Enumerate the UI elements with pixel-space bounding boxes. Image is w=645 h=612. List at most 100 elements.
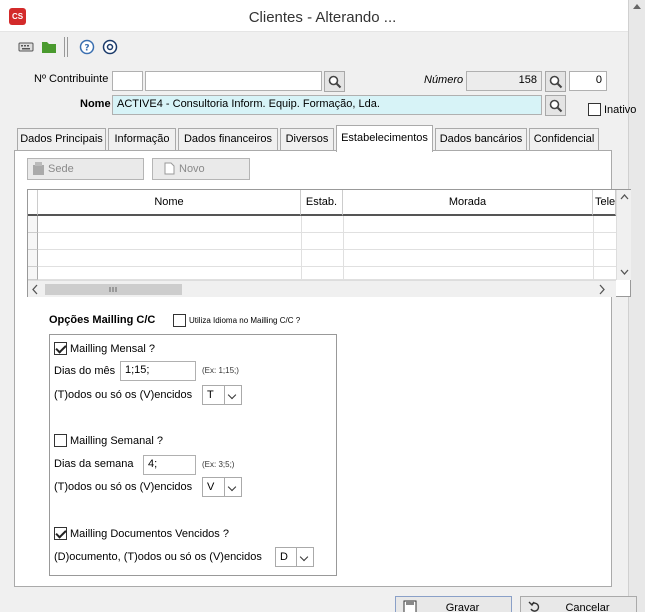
tab-bar: Dados Principais Informação Dados financ… — [14, 125, 612, 152]
table-row[interactable] — [28, 233, 616, 250]
row-selector[interactable] — [28, 267, 38, 280]
inativo-checkbox[interactable] — [588, 103, 601, 116]
grid-horizontal-scrollbar[interactable] — [28, 280, 616, 297]
semanal-todos-select[interactable]: V — [202, 477, 242, 497]
toolbar-divider — [67, 37, 68, 57]
nome-field[interactable]: ACTIVE4 - Consultoria Inform. Equip. For… — [112, 95, 542, 115]
window-title: Clientes - Alterando ... — [248, 9, 397, 26]
mensal-todos-value: T — [207, 389, 214, 401]
row-selector[interactable] — [28, 216, 38, 233]
grid-corner — [28, 190, 38, 216]
utiliza-idioma-label: Utiliza Idioma no Mailling C/C ? — [189, 316, 301, 325]
mailling-mensal-checkbox[interactable] — [54, 342, 67, 355]
chevron-down-icon[interactable] — [296, 548, 313, 566]
contribuinte-field-1[interactable] — [112, 71, 143, 91]
chevron-down-icon[interactable] — [224, 386, 241, 404]
title-bar: CS Clientes - Alterando ... — [0, 0, 645, 32]
grid-header-morada[interactable]: Morada — [343, 190, 593, 216]
magnifier-icon — [549, 75, 563, 89]
opcoes-mailling-label: Opções Mailling C/C — [49, 314, 156, 326]
folder-icon[interactable] — [40, 38, 58, 56]
grid-header-telefone[interactable]: Telefo — [593, 190, 616, 216]
dias-mes-label: Dias do mês — [54, 365, 116, 377]
dias-semana-example: (Ex: 3;5;) — [202, 460, 235, 469]
mailling-options-group: Mailling Mensal ? Dias do mês 1;15; (Ex:… — [49, 334, 337, 576]
window-scrollbar[interactable] — [628, 0, 645, 612]
inativo-label: Inativo — [604, 104, 637, 116]
mailling-semanal-checkbox[interactable] — [54, 434, 67, 447]
contribuinte-field-2[interactable] — [145, 71, 322, 91]
grid-col-line — [301, 216, 302, 280]
undo-icon — [528, 601, 540, 612]
toolbar: ? — [0, 33, 628, 61]
search-nome-button[interactable] — [545, 95, 566, 116]
magnifier-icon — [549, 99, 563, 113]
row-selector[interactable] — [28, 250, 38, 267]
chevron-up-icon[interactable] — [620, 194, 629, 200]
numero-field[interactable]: 158 — [466, 71, 542, 91]
grid-header-estab[interactable]: Estab. — [301, 190, 343, 216]
numero-sub-field[interactable]: 0 — [569, 71, 607, 91]
svg-text:?: ? — [84, 44, 89, 54]
search-numero-button[interactable] — [545, 71, 566, 92]
chevron-left-icon[interactable] — [32, 284, 38, 295]
semanal-todos-value: V — [207, 481, 215, 493]
grid-vertical-scrollbar[interactable] — [616, 190, 631, 280]
dias-mes-input[interactable]: 1;15; — [120, 361, 196, 381]
tab-confidencial[interactable]: Confidencial — [529, 128, 599, 151]
dias-semana-input[interactable]: 4; — [143, 455, 196, 475]
mailling-mensal-label: Mailling Mensal ? — [70, 343, 155, 355]
gravar-button[interactable]: Gravar — [395, 596, 512, 612]
info-globe-icon[interactable] — [101, 38, 119, 56]
gravar-label: Gravar — [445, 602, 480, 612]
save-disk-icon — [403, 600, 417, 612]
dias-semana-label: Dias da semana — [54, 458, 134, 470]
help-icon[interactable]: ? — [78, 38, 96, 56]
vencidos-todos-value: D — [280, 551, 288, 563]
dias-mes-example: (Ex: 1;15;) — [202, 366, 239, 375]
cancelar-label: Cancelar — [565, 602, 610, 612]
magnifier-icon — [328, 75, 342, 89]
numero-label: Número — [424, 74, 464, 86]
novo-button[interactable]: Novo — [152, 158, 250, 180]
mailling-semanal-label: Mailling Semanal ? — [70, 435, 163, 447]
grid-col-line — [343, 216, 344, 280]
table-row[interactable] — [28, 216, 616, 233]
grid-col-line — [593, 216, 594, 280]
tab-dados-bancarios[interactable]: Dados bancários — [435, 128, 527, 151]
cancelar-button[interactable]: Cancelar — [520, 596, 637, 612]
search-contribuinte-button[interactable] — [324, 71, 345, 92]
table-row[interactable] — [28, 267, 616, 280]
chevron-right-icon[interactable] — [599, 284, 605, 295]
semanal-todos-label: (T)odos ou só os (V)encidos — [54, 481, 193, 493]
tab-informacao[interactable]: Informação — [108, 128, 176, 151]
toolbar-divider — [64, 37, 65, 57]
clientes-window: CS Clientes - Alterando ... ? Nº Contrib… — [0, 0, 645, 612]
novo-button-label: Novo — [179, 163, 205, 175]
sede-button-label: Sede — [48, 163, 74, 175]
sede-button[interactable]: Sede — [27, 158, 144, 180]
tab-estabelecimentos[interactable]: Estabelecimentos — [336, 125, 433, 152]
tab-dados-financeiros[interactable]: Dados financeiros — [178, 128, 278, 151]
chevron-down-icon[interactable] — [224, 478, 241, 496]
mensal-todos-select[interactable]: T — [202, 385, 242, 405]
contribuinte-label: Nº Contribuinte — [34, 73, 109, 85]
new-document-icon — [164, 162, 175, 175]
vencidos-todos-label: (D)ocumento, (T)odos ou só os (V)encidos — [54, 551, 262, 563]
nome-label: Nome — [80, 98, 111, 110]
row-selector[interactable] — [28, 233, 38, 250]
keyboard-icon[interactable] — [17, 38, 35, 56]
table-row[interactable] — [28, 250, 616, 267]
estabelecimentos-grid[interactable]: Nome Estab. Morada Telefo — [27, 189, 631, 297]
tab-dados-principais[interactable]: Dados Principais — [17, 128, 106, 151]
vencidos-todos-select[interactable]: D — [275, 547, 314, 567]
mensal-todos-label: (T)odos ou só os (V)encidos — [54, 389, 193, 401]
tab-diversos[interactable]: Diversos — [280, 128, 334, 151]
estabelecimentos-panel: Sede Novo Nome Estab. Morada Telefo — [14, 150, 631, 587]
mailling-vencidos-checkbox[interactable] — [54, 527, 67, 540]
scroll-up-icon[interactable] — [633, 4, 641, 9]
grid-header-nome[interactable]: Nome — [38, 190, 301, 216]
chevron-down-icon[interactable] — [620, 269, 629, 275]
mailling-vencidos-label: Mailling Documentos Vencidos ? — [70, 528, 229, 540]
utiliza-idioma-checkbox[interactable] — [173, 314, 186, 327]
